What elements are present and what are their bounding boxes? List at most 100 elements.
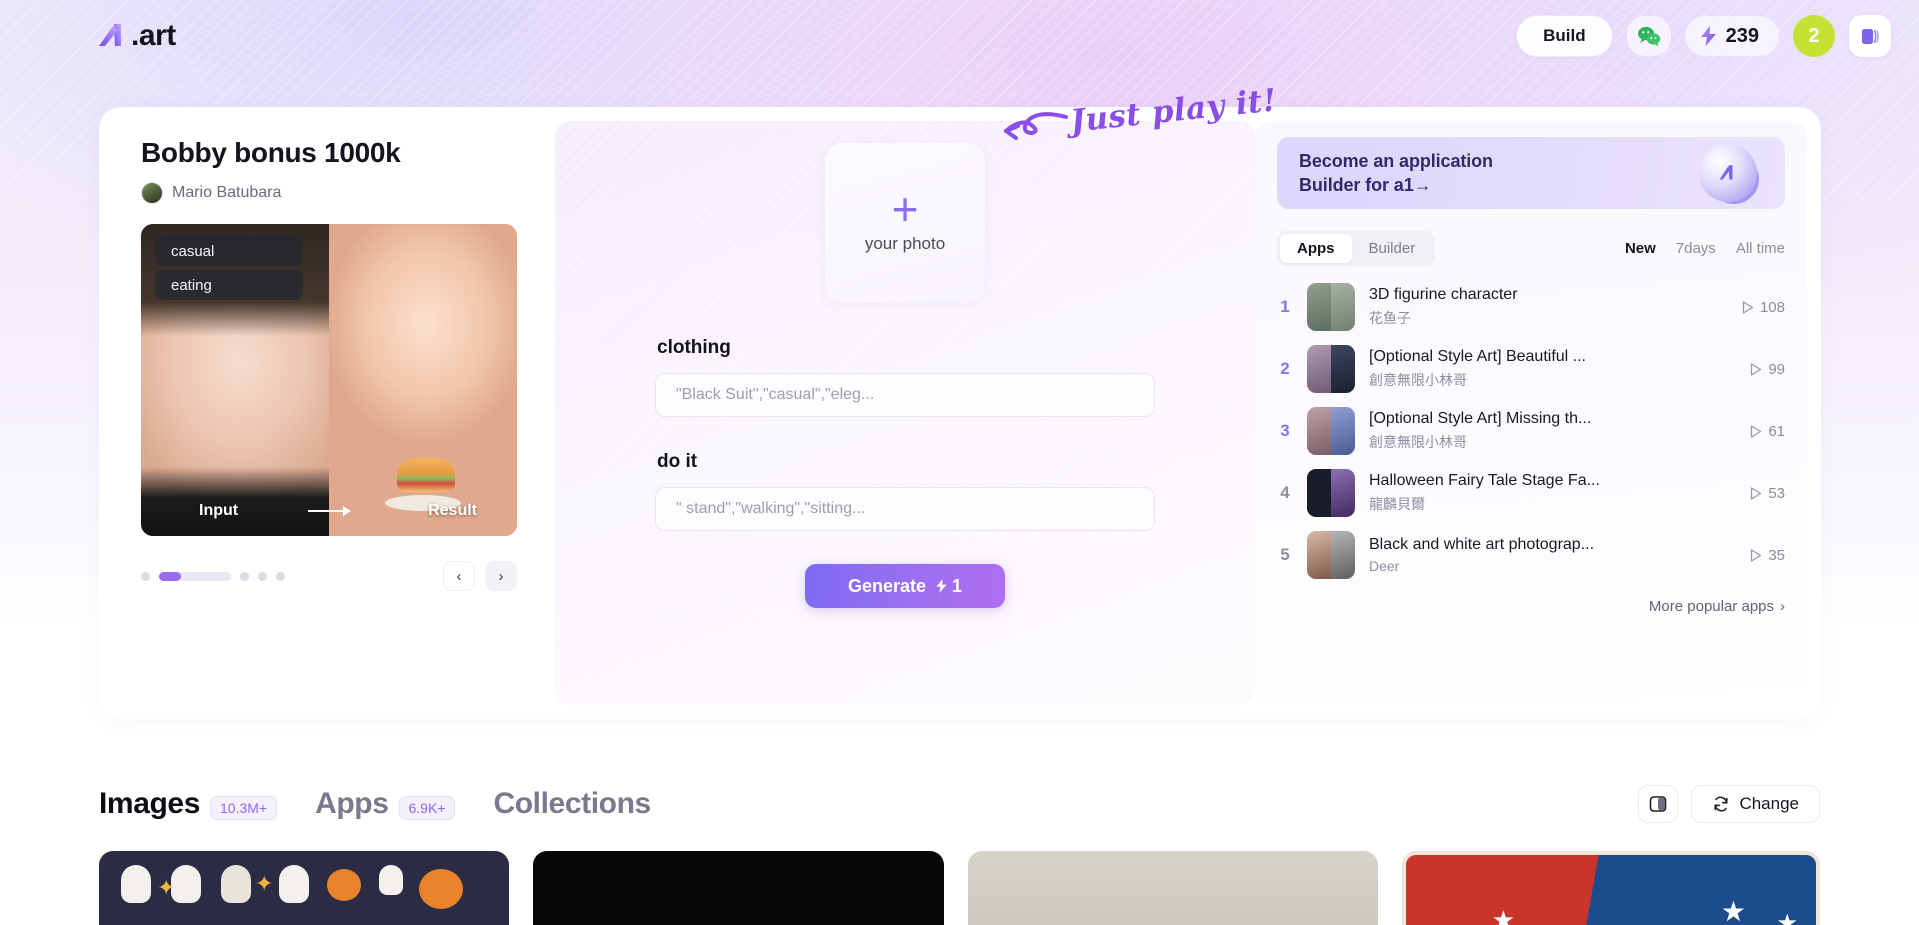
tab-builder[interactable]: Builder [1352, 234, 1433, 263]
app-title: 3D figurine character [1369, 286, 1518, 303]
list-item[interactable]: 3 [Optional Style Art] Missing th... 創意無… [1277, 400, 1785, 462]
a-art-logo-icon [99, 24, 121, 46]
carousel-prev-button[interactable]: ‹ [443, 561, 475, 591]
app-logo[interactable]: .art [96, 19, 176, 53]
pagination-progress-fill [159, 571, 181, 581]
carousel-pagination[interactable] [141, 571, 285, 581]
app-thumbnail [1307, 469, 1355, 517]
header-actions: Build 239 2 [1516, 15, 1891, 57]
popular-apps-panel: Become an application Builder for a1→ Ap… [1255, 121, 1807, 705]
pagination-dot[interactable] [141, 571, 150, 581]
wechat-button[interactable] [1626, 16, 1671, 56]
build-button[interactable]: Build [1516, 15, 1613, 57]
play-count: 53 [1750, 485, 1785, 502]
layout-toggle-button[interactable] [1638, 785, 1679, 823]
play-count-value: 99 [1768, 360, 1785, 378]
author-name: Mario Batubara [172, 184, 282, 201]
plus-icon: + [891, 183, 919, 235]
generation-form-panel: + your photo clothing do it Generate 1 [555, 121, 1255, 705]
app-thumbnail [1307, 407, 1355, 455]
promo-text: Become an application Builder for a1→ [1299, 149, 1493, 198]
tab-collections[interactable]: Collections [493, 787, 651, 821]
app-title: [Optional Style Art] Missing th... [1369, 410, 1592, 427]
pagination-dot[interactable] [258, 571, 267, 581]
generate-button[interactable]: Generate 1 [805, 564, 1005, 608]
browse-section: Images 10.3M+ Apps 6.9K+ Collections Cha… [99, 785, 1820, 925]
gallery-card[interactable] [533, 851, 944, 925]
change-button[interactable]: Change [1691, 785, 1820, 823]
app-title: Black and white art photograp... [1369, 536, 1595, 553]
app-author: 龍麟貝爾 [1369, 496, 1425, 512]
gallery-card[interactable]: ★ ★ ★ [1401, 851, 1820, 925]
coin-icon [1699, 144, 1757, 202]
credits-count: 239 [1725, 24, 1759, 47]
carousel-next-button[interactable]: › [485, 561, 517, 591]
list-item[interactable]: 5 Black and white art photograp... Deer … [1277, 524, 1785, 586]
app-author: 創意無限小林哥 [1369, 434, 1467, 450]
more-popular-apps-link[interactable]: More popular apps › [1277, 598, 1785, 615]
logo-text: .art [131, 19, 176, 52]
panel-tab-row: Apps Builder New 7days All time [1277, 231, 1785, 266]
play-count-value: 35 [1768, 546, 1785, 564]
filter-new[interactable]: New [1625, 240, 1656, 257]
play-triangle-icon [1751, 362, 1762, 376]
split-view-icon [1650, 796, 1667, 812]
chevron-right-icon: › [1780, 598, 1785, 615]
gallery-card[interactable]: ✦ ✦ [99, 851, 510, 925]
preview-image[interactable]: casual eating Input Result [141, 224, 517, 536]
app-meta: Halloween Fairy Tale Stage Fa... 龍麟貝爾 [1369, 472, 1736, 514]
more-popular-apps-label: More popular apps [1648, 598, 1774, 615]
rank-number: 4 [1280, 483, 1290, 502]
clothing-field-label: clothing [657, 337, 731, 358]
app-thumbnail [1307, 283, 1355, 331]
pagination-dot[interactable] [240, 571, 249, 581]
list-item[interactable]: 2 [Optional Style Art] Beautiful ... 創意無… [1277, 338, 1785, 400]
doit-field-label: do it [657, 451, 698, 472]
app-thumbnail [1307, 531, 1355, 579]
library-button[interactable] [1849, 15, 1891, 57]
pagination-progress-track[interactable] [159, 571, 231, 581]
hero-card: Bobby bonus 1000k Mario Batubara casual … [99, 107, 1821, 719]
rank-number: 5 [1280, 545, 1290, 564]
clothing-input[interactable] [655, 373, 1155, 417]
play-count: 99 [1750, 361, 1785, 378]
app-thumbnail [1307, 345, 1355, 393]
tab-images[interactable]: Images 10.3M+ [99, 787, 278, 821]
a-art-logo-icon [1719, 165, 1733, 180]
do-it-input[interactable] [655, 487, 1155, 531]
gallery-card[interactable] [967, 851, 1378, 925]
builder-promo-banner[interactable]: Become an application Builder for a1→ [1277, 137, 1785, 209]
tab-apps[interactable]: Apps [1280, 234, 1352, 263]
play-count-value: 53 [1768, 484, 1785, 502]
credits-button[interactable]: 239 [1684, 16, 1779, 56]
panel-segmented-control: Apps Builder [1277, 231, 1436, 266]
tab-apps[interactable]: Apps 6.9K+ [315, 787, 456, 821]
play-triangle-icon [1742, 300, 1754, 314]
generation-form: + your photo clothing do it Generate 1 [655, 143, 1155, 608]
generate-cost: 1 [952, 575, 963, 596]
list-item[interactable]: 4 Halloween Fairy Tale Stage Fa... 龍麟貝爾 … [1277, 462, 1785, 524]
browse-tabs: Images 10.3M+ Apps 6.9K+ Collections [99, 787, 651, 821]
pagination-dot[interactable] [276, 571, 285, 581]
play-triangle-icon [1751, 548, 1762, 562]
app-meta: 3D figurine character 花鱼子 [1369, 286, 1728, 328]
app-root: .art Build 239 2 Just play it! Bobby bon… [0, 0, 1919, 925]
avatar [141, 182, 163, 204]
app-author: 花鱼子 [1369, 310, 1411, 326]
tab-collections-label: Collections [493, 787, 651, 820]
carousel-controls: ‹ › [141, 561, 517, 591]
tab-images-badge: 10.3M+ [210, 796, 278, 820]
browse-toolbar: Images 10.3M+ Apps 6.9K+ Collections Cha… [99, 785, 1820, 823]
chevron-right-icon: › [498, 567, 504, 585]
app-meta: Black and white art photograp... Deer [1369, 536, 1736, 574]
author-row: Mario Batubara [141, 182, 519, 204]
filter-7days[interactable]: 7days [1676, 240, 1716, 257]
filter-all-time[interactable]: All time [1736, 240, 1785, 257]
top-header: .art Build 239 2 [0, 0, 1919, 72]
gallery-grid: ✦ ✦ ★ ★ ★ [99, 851, 1820, 925]
user-avatar-badge[interactable]: 2 [1793, 15, 1835, 57]
list-item[interactable]: 1 3D figurine character 花鱼子 108 [1277, 276, 1785, 338]
generate-row: Generate 1 [655, 564, 1155, 608]
carousel-nav: ‹ › [443, 561, 517, 591]
photo-upload-dropzone[interactable]: + your photo [825, 143, 985, 303]
